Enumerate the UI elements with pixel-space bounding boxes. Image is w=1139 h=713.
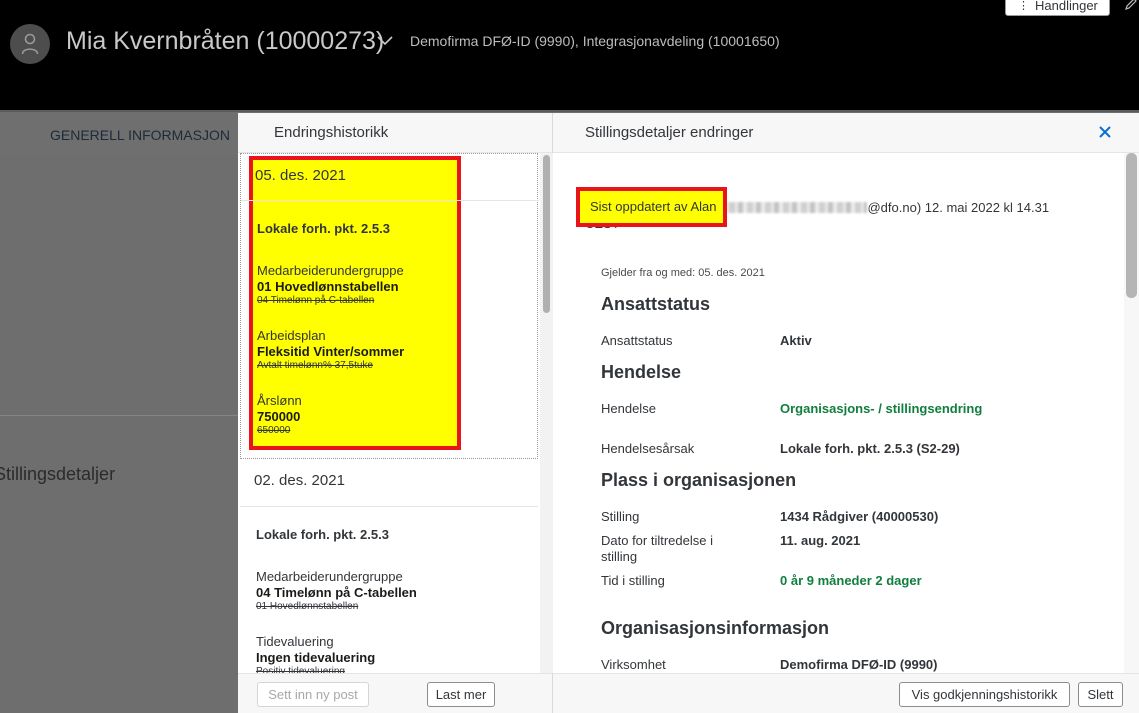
edit-icon[interactable] <box>1124 0 1138 11</box>
section-title-event: Hendelse <box>601 362 682 382</box>
applies-from-date: Gjelder fra og med: 05. des. 2021 <box>601 267 765 279</box>
section-title-position-details: Stillingsdetaljer <box>0 464 116 484</box>
change-old-value: 01 Hovedlønnstabellen <box>256 601 359 612</box>
employee-organization: Demofirma DFØ-ID (9990), Integrasjonavde… <box>410 33 780 49</box>
divider <box>240 506 538 507</box>
field-label-event: Hendelse <box>601 401 656 416</box>
field-label-tenure: Tid i stilling <box>601 573 665 588</box>
tab-general-information[interactable]: GENERELL INFORMASJON <box>50 127 230 143</box>
approval-history-button[interactable]: Vis godkjenningshistorikk <box>899 682 1070 707</box>
divider <box>241 200 539 201</box>
details-content[interactable]: Sist oppdatert av Alan@dfo.no) 12. mai 2… <box>553 153 1139 673</box>
field-label-event-reason: Hendelsesårsak <box>601 441 695 456</box>
change-label: Tidevaluering <box>256 634 334 649</box>
change-label: Medarbeiderundergruppe <box>256 569 403 584</box>
history-change: Tidevaluering Ingen tidevaluering Positi… <box>256 634 375 673</box>
details-pane-title: Stillingsdetaljer endringer <box>585 124 754 141</box>
change-old-value: Positiv tidevaluering <box>256 666 345 673</box>
field-value-tenure: 0 år 9 måneder 2 dager <box>780 573 922 588</box>
details-scrollbar[interactable] <box>1124 153 1139 673</box>
section-title-org-placement: Plass i organisasjonen <box>601 470 797 490</box>
history-change: Årslønn 750000 650000 <box>257 393 302 438</box>
divider <box>0 415 238 416</box>
field-value-status: Aktiv <box>780 333 812 348</box>
employee-name: Mia Kvernbråten (10000273) <box>66 27 385 55</box>
details-pane-footer: Vis godkjenningshistorikk Slett <box>553 673 1139 713</box>
scrollbar-thumb[interactable] <box>543 155 550 313</box>
highlighted-updated-text: Sist oppdatert av Alan <box>590 199 717 214</box>
history-change: Medarbeiderundergruppe 04 Timelønn på C-… <box>256 569 417 614</box>
change-old-value: Avtalt timelønn% 37,5tuke <box>257 360 373 371</box>
highlight-box: Sist oppdatert av Alan <box>576 187 727 227</box>
history-entry-date: 05. des. 2021 <box>255 167 346 184</box>
change-new-value: 01 Hovedlønnstabellen <box>257 279 399 294</box>
actions-button-label: Handlinger <box>1035 0 1098 13</box>
change-label: Årslønn <box>257 393 302 408</box>
field-label-start-date: Dato for tiltredelse i stilling <box>601 533 713 564</box>
field-value-position: 1434 Rådgiver (40000530) <box>780 509 939 524</box>
redacted-email <box>711 202 868 213</box>
avatar[interactable] <box>10 24 50 64</box>
history-entry-event: Lokale forh. pkt. 2.5.3 <box>256 527 389 542</box>
delete-button[interactable]: Slett <box>1078 682 1123 707</box>
history-entry-event: Lokale forh. pkt. 2.5.3 <box>257 221 390 236</box>
person-icon <box>21 33 39 55</box>
change-new-value: 750000 <box>257 409 301 424</box>
chevron-down-icon[interactable] <box>377 36 393 46</box>
change-history-dialog: Endringshistorikk 05. des. 2021 Lokale f… <box>238 113 1139 713</box>
history-pane: Endringshistorikk 05. des. 2021 Lokale f… <box>238 113 553 713</box>
field-value-event-reason: Lokale forh. pkt. 2.5.3 (S2-29) <box>780 441 960 456</box>
change-label: Medarbeiderundergruppe <box>257 263 404 278</box>
field-value-start-date: 11. aug. 2021 <box>780 533 861 548</box>
close-icon[interactable] <box>1097 124 1113 140</box>
history-change: Medarbeiderundergruppe 01 Hovedlønnstabe… <box>257 263 404 308</box>
change-old-value: 650000 <box>257 425 291 436</box>
actions-button[interactable]: ⋮ Handlinger <box>1005 0 1110 16</box>
details-pane: Stillingsdetaljer endringer Sist oppdate… <box>553 113 1139 713</box>
details-pane-header: Stillingsdetaljer endringer <box>553 113 1139 153</box>
more-icon: ⋮ <box>1018 0 1029 12</box>
scrollbar-thumb[interactable] <box>1126 153 1137 298</box>
history-pane-title: Endringshistorikk <box>274 124 389 141</box>
history-entry-date: 02. des. 2021 <box>254 472 345 489</box>
history-list[interactable]: 05. des. 2021 Lokale forh. pkt. 2.5.3 Me… <box>238 153 553 673</box>
change-new-value: 04 Timelønn på C-tabellen <box>256 585 417 600</box>
history-scrollbar[interactable] <box>540 153 553 673</box>
insert-new-post-button[interactable]: Sett inn ny post <box>257 682 369 707</box>
change-new-value: Ingen tidevaluering <box>256 650 376 665</box>
field-label-company: Virksomhet <box>601 657 666 672</box>
field-label-position: Stilling <box>601 509 640 524</box>
change-old-value: 04 Timelønn på C-tabellen <box>257 295 375 306</box>
history-entry[interactable]: 02. des. 2021 Lokale forh. pkt. 2.5.3 Me… <box>240 459 538 673</box>
change-label: Arbeidsplan <box>257 328 326 343</box>
field-label-status: Ansattstatus <box>601 333 673 348</box>
history-entry[interactable]: 05. des. 2021 Lokale forh. pkt. 2.5.3 Me… <box>240 153 539 459</box>
history-pane-header: Endringshistorikk <box>238 113 552 153</box>
history-pane-footer: Sett inn ny post Last mer <box>238 673 552 713</box>
history-change: Arbeidsplan Fleksitid Vinter/sommer Avta… <box>257 328 404 373</box>
section-title-org-info: Organisasjonsinformasjon <box>601 618 830 638</box>
section-title-employee-status: Ansattstatus <box>601 294 711 314</box>
field-value-company: Demofirma DFØ-ID (9990) <box>780 657 938 672</box>
app-header: Mia Kvernbråten (10000273) Demofirma DFØ… <box>0 0 1139 110</box>
load-more-button[interactable]: Last mer <box>427 682 495 707</box>
change-new-value: Fleksitid Vinter/sommer <box>257 344 405 359</box>
field-value-event: Organisasjons- / stillingsendring <box>780 401 983 416</box>
